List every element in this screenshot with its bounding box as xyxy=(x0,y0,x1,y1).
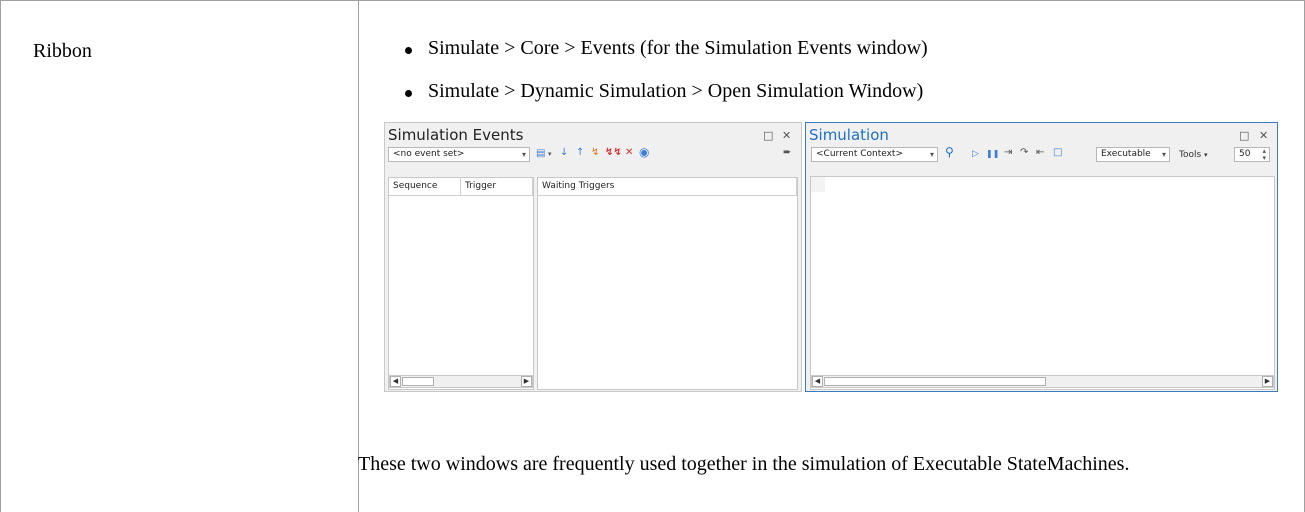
row-label: Ribbon xyxy=(33,40,92,62)
trigger-icon[interactable]: ↯ xyxy=(591,147,599,159)
list-icon[interactable]: ▤ xyxy=(536,148,545,160)
speed-stepper[interactable]: 50 ▴ ▾ xyxy=(1234,147,1270,162)
scroll-right-icon[interactable]: ▶ xyxy=(1262,376,1273,387)
bullet-text: Simulate > Core > Events (for the Simula… xyxy=(428,37,928,59)
context-value: <Current Context> xyxy=(816,149,904,159)
scroll-right-icon[interactable]: ▶ xyxy=(521,376,532,387)
description-paragraph: These two windows are frequently used to… xyxy=(358,453,1130,475)
target-icon[interactable]: ◉ xyxy=(639,146,649,158)
mode-dropdown[interactable]: Executable ▾ xyxy=(1096,147,1170,162)
arrow-up-icon[interactable]: ↑ xyxy=(576,147,584,159)
window-title: Simulation xyxy=(809,126,889,144)
chevron-down-icon: ▾ xyxy=(1204,151,1208,159)
pause-icon[interactable]: ❚❚ xyxy=(986,148,999,160)
event-set-dropdown[interactable]: <no event set> ▾ xyxy=(388,147,530,162)
context-dropdown[interactable]: <Current Context> ▾ xyxy=(811,147,938,162)
sequence-pane: Sequence Trigger ◀ ▶ xyxy=(388,177,534,390)
column-header-trigger[interactable]: Trigger xyxy=(461,178,533,196)
waiting-triggers-pane: Waiting Triggers xyxy=(537,177,798,390)
chevron-down-icon: ▾ xyxy=(521,150,526,159)
bullet-dot xyxy=(405,90,412,97)
step-out-icon[interactable]: ⇤ xyxy=(1036,147,1044,159)
spinner-icon[interactable]: ▴ ▾ xyxy=(1262,148,1266,161)
play-icon[interactable]: ▷ xyxy=(972,148,979,160)
close-icon[interactable]: ✕ xyxy=(1259,129,1268,142)
stop-icon[interactable]: □ xyxy=(1053,147,1062,159)
table-top-border xyxy=(0,0,1305,1)
simulation-events-window: Simulation Events □ ✕ <no event set> ▾ ▤… xyxy=(384,122,802,392)
step-over-icon[interactable]: ↷ xyxy=(1020,147,1028,159)
column-header-sequence[interactable]: Sequence xyxy=(389,178,461,196)
chevron-down-icon[interactable]: ▾ xyxy=(548,148,552,160)
bullet-text: Simulate > Dynamic Simulation > Open Sim… xyxy=(428,80,924,102)
mode-value: Executable xyxy=(1101,149,1151,159)
scroll-left-icon[interactable]: ◀ xyxy=(390,376,401,387)
trigger-all-icon[interactable]: ↯↯ xyxy=(605,147,622,159)
chevron-down-icon: ▾ xyxy=(1161,150,1166,159)
restore-icon[interactable]: □ xyxy=(1239,129,1249,142)
restore-icon[interactable]: □ xyxy=(763,129,773,142)
tools-menu[interactable]: Tools ▾ xyxy=(1179,149,1208,161)
bullet-dot xyxy=(405,47,412,54)
dock-arrow-icon[interactable]: ➨ xyxy=(783,147,791,159)
search-icon[interactable]: ⚲ xyxy=(945,146,954,158)
column-divider xyxy=(358,0,359,512)
scroll-thumb[interactable] xyxy=(402,377,434,386)
step-into-icon[interactable]: ⇥ xyxy=(1004,147,1012,159)
clear-icon[interactable]: ✕ xyxy=(625,147,633,159)
scroll-left-icon[interactable]: ◀ xyxy=(812,376,823,387)
chevron-down-icon: ▾ xyxy=(929,150,934,159)
window-title: Simulation Events xyxy=(388,126,524,144)
close-icon[interactable]: ✕ xyxy=(782,129,791,142)
simulation-output-pane: ◀ ▶ xyxy=(810,176,1275,390)
event-set-value: <no event set> xyxy=(393,149,465,159)
table-left-border xyxy=(0,0,1,512)
column-header-waiting-triggers[interactable]: Waiting Triggers xyxy=(538,178,797,196)
gutter xyxy=(811,177,825,192)
speed-value: 50 xyxy=(1239,149,1251,159)
horizontal-scrollbar[interactable]: ◀ ▶ xyxy=(811,375,1274,388)
horizontal-scrollbar[interactable]: ◀ ▶ xyxy=(389,375,533,388)
arrow-down-icon[interactable]: ↓ xyxy=(560,147,568,159)
tools-label: Tools xyxy=(1179,150,1202,160)
simulation-window: Simulation □ ✕ <Current Context> ▾ ⚲ ▷ ❚… xyxy=(805,122,1278,392)
scroll-thumb[interactable] xyxy=(824,377,1046,386)
